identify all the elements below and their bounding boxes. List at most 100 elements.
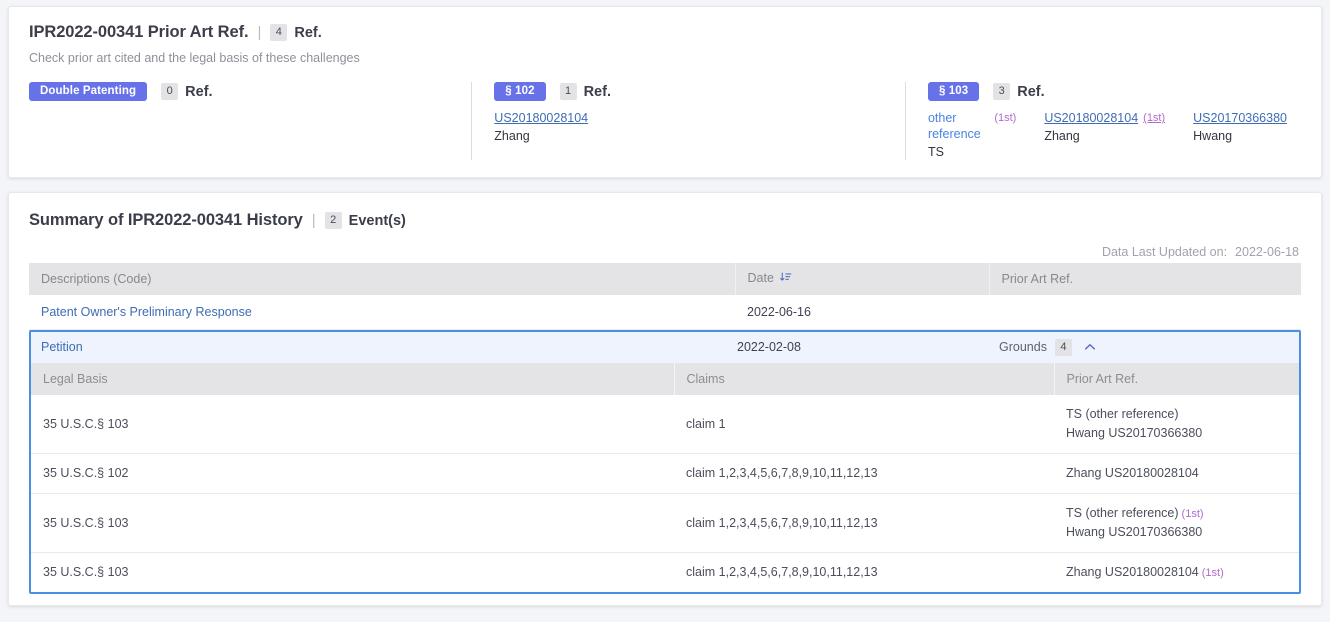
- reference-link[interactable]: US20170366380: [1193, 110, 1287, 126]
- history-table: Descriptions (Code) Date Prior Art Ref. …: [29, 263, 1301, 330]
- table-row[interactable]: 35 U.S.C.§ 103 claim 1,2,3,4,5,6,7,8,9,1…: [31, 493, 1299, 553]
- prior-art-line: Zhang US20180028104 (1st): [1066, 563, 1287, 582]
- prior-art-ref-count-badge: 4: [270, 24, 288, 41]
- column-header-grounds-prior-art[interactable]: Prior Art Ref.: [1054, 362, 1299, 395]
- column-header-claims[interactable]: Claims: [674, 362, 1055, 395]
- history-title: Summary of IPR2022-00341 History: [29, 211, 303, 229]
- column-header-descriptions[interactable]: Descriptions (Code): [29, 263, 736, 295]
- ground-claims: claim 1: [674, 394, 1054, 454]
- bucket-header: Double Patenting 0 Ref.: [29, 82, 457, 101]
- history-summary-card: Summary of IPR2022-00341 History | 2 Eve…: [8, 192, 1322, 606]
- prior-art-first-tag: (1st): [1201, 566, 1224, 579]
- petition-description[interactable]: Petition: [31, 340, 737, 354]
- column-header-date-label: Date: [747, 271, 774, 285]
- title-separator: |: [311, 212, 316, 229]
- data-last-updated-value: 2022-06-18: [1235, 245, 1299, 259]
- event-prior-art: [989, 295, 1301, 330]
- ground-legal-basis: 35 U.S.C.§ 102: [31, 453, 674, 494]
- bucket-header: § 103 3 Ref.: [927, 82, 1287, 101]
- reference-item: US20180028104 (1st) Zhang: [1044, 110, 1165, 160]
- prior-art-subtitle: Check prior art cited and the legal basi…: [29, 51, 360, 65]
- reference-first-tag: (1st): [1143, 112, 1166, 124]
- event-count-badge: 2: [324, 212, 342, 229]
- bucket-reference-list: US20180028104 Zhang: [494, 110, 891, 144]
- reference-id-line: US20180028104 (1st): [1044, 110, 1165, 126]
- bucket-reference-list: other reference (1st) TS US20180028104 (…: [928, 110, 1287, 160]
- reference-id-line: other reference (1st): [928, 110, 1016, 142]
- event-description[interactable]: Patent Owner's Preliminary Response: [29, 295, 735, 330]
- prior-art-line: TS (other reference) (1st): [1066, 504, 1287, 523]
- ground-legal-basis: 35 U.S.C.§ 103: [43, 565, 129, 579]
- grounds-count-badge: 4: [1054, 338, 1072, 356]
- table-row[interactable]: 35 U.S.C.§ 103 claim 1,2,3,4,5,6,7,8,9,1…: [31, 552, 1299, 592]
- prior-art-line: Hwang US20170366380: [1066, 523, 1287, 542]
- reference-author: Hwang: [1193, 129, 1233, 143]
- table-row[interactable]: Patent Owner's Preliminary Response 2022…: [29, 295, 1301, 330]
- reference-link[interactable]: US20180028104: [494, 110, 588, 126]
- bucket-count-label: Ref.: [583, 83, 611, 100]
- data-last-updated: Data Last Updated on: 2022-06-18: [1102, 245, 1299, 259]
- prior-art-line: Zhang US20180028104: [1066, 464, 1287, 483]
- history-table-body: Patent Owner's Preliminary Response 2022…: [29, 295, 1301, 330]
- prior-art-text: Hwang US20170366380: [1066, 524, 1203, 539]
- column-header-prior-art-ref[interactable]: Prior Art Ref.: [989, 263, 1301, 295]
- ground-prior-art: Zhang US20180028104 (1st): [1054, 552, 1299, 592]
- expanded-petition-block: Petition 2022-02-08 Grounds 4 Legal Basi…: [29, 329, 1301, 594]
- column-header-date[interactable]: Date: [735, 263, 990, 295]
- prior-art-first-tag: (1st): [1181, 507, 1204, 520]
- bucket-double-patenting: Double Patenting 0 Ref.: [29, 82, 471, 160]
- reference-id-line: US20170366380: [1193, 110, 1287, 126]
- reference-first-tag: (1st): [994, 112, 1017, 124]
- prior-art-title-row: IPR2022-00341 Prior Art Ref. | 4 Ref.: [29, 23, 1301, 42]
- ground-legal-basis: 35 U.S.C.§ 103: [31, 493, 674, 553]
- table-row[interactable]: 35 U.S.C.§ 103 claim 1 TS (other referen…: [31, 394, 1299, 454]
- page-title: IPR2022-00341 Prior Art Ref.: [29, 23, 249, 41]
- petition-date: 2022-02-08: [737, 340, 801, 354]
- legal-basis-badge-103[interactable]: § 103: [927, 82, 980, 101]
- bucket-section-102: § 102 1 Ref. US20180028104 Zhang: [471, 82, 905, 160]
- ground-claims: claim 1,2,3,4,5,6,7,8,9,10,11,12,13: [674, 453, 1054, 494]
- ground-claims: claim 1,2,3,4,5,6,7,8,9,10,11,12,13: [674, 493, 1054, 553]
- sort-descending-icon[interactable]: [779, 271, 792, 287]
- bucket-header: § 102 1 Ref.: [494, 82, 891, 101]
- chevron-up-icon[interactable]: [1083, 340, 1097, 354]
- grounds-table-header: Legal Basis Claims Prior Art Ref.: [31, 362, 1299, 395]
- prior-art-text: Hwang US20170366380: [1066, 425, 1203, 440]
- data-last-updated-label: Data Last Updated on:: [1101, 245, 1228, 259]
- reference-author: Zhang: [494, 129, 530, 143]
- legal-basis-buckets: Double Patenting 0 Ref. § 102 1 Ref. US2…: [29, 82, 1301, 160]
- page-root: IPR2022-00341 Prior Art Ref. | 4 Ref. Ch…: [0, 0, 1330, 622]
- grounds-table-body: 35 U.S.C.§ 103 claim 1 TS (other referen…: [31, 394, 1299, 592]
- event-count-label: Event(s): [348, 212, 406, 229]
- reference-author: TS: [927, 145, 944, 159]
- prior-art-line: Hwang US20170366380: [1066, 424, 1287, 443]
- petition-row[interactable]: Petition 2022-02-08 Grounds 4: [31, 331, 1299, 363]
- legal-basis-badge-102[interactable]: § 102: [494, 82, 546, 101]
- ground-prior-art: TS (other reference) (1st) Hwang US201703…: [1054, 493, 1299, 553]
- reference-link[interactable]: US20180028104: [1044, 110, 1138, 126]
- prior-art-text: Zhang US20180028104: [1066, 564, 1199, 579]
- bucket-count-label: Ref.: [1017, 83, 1045, 100]
- event-date: 2022-06-16: [735, 295, 989, 330]
- bucket-count-badge: 0: [161, 83, 179, 100]
- reference-item: US20170366380 Hwang: [1193, 110, 1287, 160]
- grounds-label: Grounds: [999, 340, 1047, 354]
- prior-art-text: Zhang US20180028104: [1066, 465, 1199, 480]
- ground-legal-basis: 35 U.S.C.§ 103: [31, 394, 674, 454]
- bucket-count-badge: 1: [559, 83, 577, 100]
- reference-link[interactable]: other reference: [928, 110, 989, 142]
- reference-item: US20180028104 Zhang: [494, 110, 588, 144]
- prior-art-text: TS (other reference): [1066, 406, 1179, 421]
- prior-art-line: TS (other reference): [1066, 405, 1287, 424]
- history-title-row: Summary of IPR2022-00341 History | 2 Eve…: [29, 211, 1301, 230]
- grounds-table: Legal Basis Claims Prior Art Ref. 35 U.S…: [31, 362, 1299, 592]
- reference-id-line: US20180028104: [494, 110, 588, 126]
- bucket-count-badge: 3: [993, 83, 1011, 100]
- title-separator: |: [257, 24, 262, 41]
- table-row[interactable]: 35 U.S.C.§ 102 claim 1,2,3,4,5,6,7,8,9,1…: [31, 453, 1299, 494]
- legal-basis-badge-double-patenting[interactable]: Double Patenting: [29, 82, 148, 101]
- prior-art-ref-count-label: Ref.: [294, 24, 322, 41]
- column-header-legal-basis[interactable]: Legal Basis: [31, 362, 675, 395]
- grounds-toggle[interactable]: Grounds 4: [991, 338, 1299, 356]
- ground-prior-art: Zhang US20180028104: [1054, 453, 1299, 494]
